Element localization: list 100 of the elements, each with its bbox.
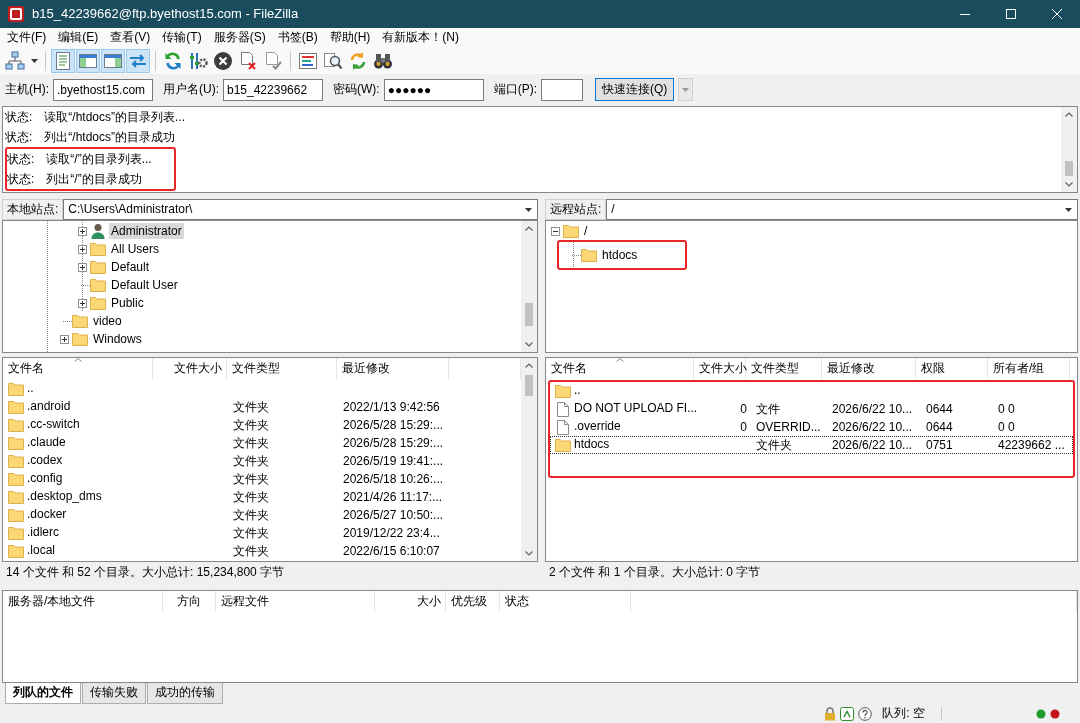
permissions: 0644 [925, 401, 954, 417]
menu-item[interactable]: 有新版本！(N) [376, 28, 465, 47]
menu-item[interactable]: 书签(B) [271, 28, 324, 47]
led-icon [1036, 709, 1046, 719]
permissions: 0644 [925, 419, 954, 435]
local-tree-toggle-button[interactable] [76, 48, 100, 73]
tree-item[interactable]: Default User [109, 277, 180, 293]
field-label: 用户名(U): [163, 81, 219, 98]
caret-icon [30, 58, 38, 63]
column-header[interactable]: 状态 [500, 591, 631, 612]
folder-icon [8, 490, 24, 504]
path-combobox[interactable]: C:\Users\Administrator\ [63, 199, 538, 220]
tree-item[interactable]: / [582, 223, 590, 239]
modified-date: 2021/4/26 11:17:... [342, 489, 444, 505]
menu-item[interactable]: 传输(T) [156, 28, 208, 47]
file-row[interactable]: .config 文件夹 2026/5/18 10:26:... [3, 470, 521, 488]
tab[interactable]: 传输失败 [82, 683, 146, 704]
column-header[interactable]: 文件类型 [746, 358, 822, 379]
queue-toggle-button[interactable] [126, 48, 150, 73]
vertical-scrollbar[interactable] [521, 358, 537, 561]
file-row[interactable]: .codex 文件夹 2026/5/19 19:41:... [3, 452, 521, 470]
file-size: 0 [739, 419, 748, 435]
tree-item[interactable]: All Users [109, 241, 161, 257]
remote-tree-toggle-button[interactable] [101, 48, 125, 73]
file-size: 0 [739, 401, 748, 417]
log-toggle-button[interactable] [51, 48, 75, 73]
menu-item[interactable]: 编辑(E) [52, 28, 105, 47]
tree-item[interactable]: Administrator [109, 223, 184, 239]
file-type: 文件夹 [232, 471, 270, 487]
document-x-icon [238, 50, 258, 71]
file-name: .. [574, 383, 581, 399]
file-icon [557, 419, 569, 435]
vertical-scrollbar[interactable] [1061, 107, 1077, 192]
column-header[interactable]: 权限 [916, 358, 988, 379]
column-header[interactable]: 最近修改 [337, 358, 449, 379]
menu-item[interactable]: 文件(F) [1, 28, 53, 47]
folder-icon [581, 248, 597, 262]
document-lines-icon [53, 50, 73, 71]
column-header[interactable]: 优先级 [446, 591, 500, 612]
file-name: .docker [27, 507, 67, 523]
site-manager-button[interactable] [3, 48, 27, 73]
column-header[interactable]: 文件大小 [694, 358, 746, 379]
port-field[interactable] [541, 78, 583, 101]
password-field[interactable]: ●●●●●● [383, 78, 484, 101]
tree-item[interactable]: Public [109, 295, 146, 311]
tab[interactable]: 成功的传输 [147, 683, 223, 704]
folder-icon [8, 436, 24, 450]
tab[interactable]: 列队的文件 [5, 683, 81, 704]
file-row[interactable]: .override 0 OVERRID... 2026/6/22 10... 0644 0 0 [550, 418, 1073, 436]
site-label: 远程站点: [545, 199, 607, 220]
file-row[interactable]: .local 文件夹 2022/6/15 6:10:07 [3, 542, 521, 560]
field-label: 端口(P): [493, 81, 537, 98]
column-header[interactable]: 所有者/组 [988, 358, 1070, 379]
file-row[interactable]: .. [550, 382, 1073, 400]
file-row[interactable]: .. [3, 380, 521, 398]
site-label: 本地站点: [2, 199, 64, 220]
column-header[interactable]: 服务器/本地文件 [3, 591, 163, 612]
username-field[interactable]: b15_42239662 [223, 78, 323, 101]
filter-lines-icon [298, 50, 318, 71]
tree-item[interactable]: Windows [91, 331, 144, 347]
file-row[interactable]: DO NOT UPLOAD FI... 0 文件 2026/6/22 10... 0644 0 0 [550, 400, 1073, 418]
log-label: 状态: [5, 129, 33, 146]
menu-item[interactable]: 服务器(S) [207, 28, 272, 47]
menu-item[interactable]: 查看(V) [104, 28, 157, 47]
file-icon [557, 401, 569, 417]
column-header[interactable]: 最近修改 [822, 358, 916, 379]
file-row[interactable]: .idlerc 文件夹 2019/12/22 23:4... [3, 524, 521, 542]
menu-item[interactable]: 帮助(H) [323, 28, 377, 47]
quickconnect-button[interactable]: 快速连接(Q) [595, 78, 675, 101]
vertical-scrollbar[interactable] [521, 221, 537, 352]
column-header[interactable]: 大小 [375, 591, 446, 612]
file-row[interactable]: .android 文件夹 2022/1/13 9:42:56 [3, 398, 521, 416]
field-label: 密码(W): [333, 81, 380, 98]
file-type: 文件夹 [755, 437, 793, 453]
column-header[interactable]: 文件类型 [227, 358, 337, 379]
column-header[interactable]: 文件大小 [153, 358, 227, 379]
file-name: .. [27, 381, 34, 397]
tree-item[interactable]: Default [109, 259, 152, 275]
log-message: 读取“/”的目录列表... [46, 151, 152, 168]
log-label: 状态: [7, 171, 35, 188]
file-row[interactable]: .cc-switch 文件夹 2026/5/28 15:29:... [3, 416, 521, 434]
file-row[interactable]: .claude 文件夹 2026/5/28 15:29:... [3, 434, 521, 452]
file-row[interactable]: .docker 文件夹 2026/5/27 10:50:... [3, 506, 521, 524]
caret-icon [525, 207, 532, 212]
folder-icon [8, 418, 24, 432]
column-header[interactable]: 远程文件 [216, 591, 375, 612]
file-type: 文件夹 [232, 543, 270, 559]
tree-item[interactable]: htdocs [600, 247, 640, 263]
folder-icon [8, 472, 24, 486]
file-name: .android [27, 399, 71, 415]
column-header[interactable]: 文件名 [546, 358, 694, 379]
file-row[interactable]: .desktop_dms 文件夹 2021/4/26 11:17:... [3, 488, 521, 506]
folder-icon [72, 314, 88, 328]
file-row[interactable]: htdocs 文件夹 2026/6/22 10... 0751 42239662 ... [550, 436, 1073, 454]
host-field[interactable]: .byethost15.com [53, 78, 153, 101]
tree-item[interactable]: video [91, 313, 124, 329]
path-combobox[interactable]: / [606, 199, 1078, 220]
folder-icon [72, 332, 88, 346]
column-header[interactable]: 文件名 [3, 358, 153, 379]
column-header[interactable]: 方向 [163, 591, 216, 612]
